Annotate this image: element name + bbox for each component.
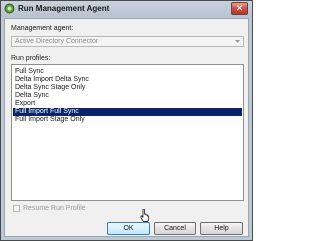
dialog-body: Management agent: Active Directory Conne… [4, 18, 249, 237]
app-icon [4, 3, 15, 14]
mouse-pointer-icon [140, 209, 149, 222]
window-title: Run Management Agent [18, 4, 110, 13]
run-management-agent-dialog: Run Management Agent ✕ Management agent:… [0, 0, 253, 241]
run-profiles-label: Run profiles: [11, 55, 51, 62]
close-button[interactable]: ✕ [231, 2, 248, 15]
list-item[interactable]: Delta Import Delta Sync [13, 76, 242, 84]
list-item[interactable]: Full Import Stage Only [13, 116, 242, 124]
ok-button[interactable]: OK [107, 222, 150, 235]
chevron-down-icon [235, 40, 240, 43]
list-item[interactable]: Delta Sync [13, 92, 242, 100]
help-button[interactable]: Help [200, 222, 243, 235]
management-agent-value: Active Directory Connector [15, 38, 99, 45]
management-agent-label: Management agent: [11, 25, 74, 32]
close-icon: ✕ [235, 3, 244, 13]
cancel-button[interactable]: Cancel [154, 222, 196, 235]
resume-run-profile-checkbox[interactable] [13, 205, 20, 212]
management-agent-combobox: Active Directory Connector [11, 36, 244, 47]
list-item-selected[interactable]: Full Import Full Sync [13, 108, 242, 116]
title-bar[interactable]: Run Management Agent ✕ [1, 1, 252, 17]
list-item[interactable]: Delta Sync Stage Only [13, 84, 242, 92]
list-item[interactable]: Full Sync [13, 68, 242, 76]
resume-run-profile-label: Resume Run Profile [23, 205, 86, 212]
list-item[interactable]: Export [13, 100, 242, 108]
run-profiles-listbox[interactable]: Full Sync Delta Import Delta Sync Delta … [11, 64, 244, 201]
